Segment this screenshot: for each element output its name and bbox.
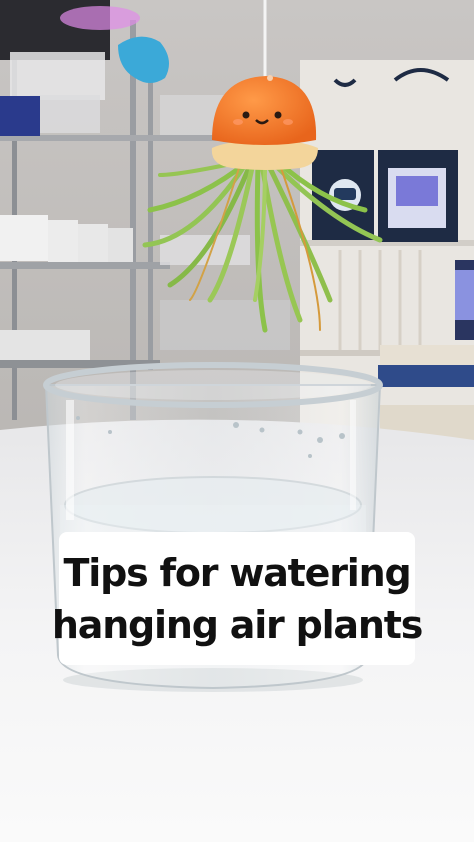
- pink-light: [60, 6, 140, 30]
- caption-line-1: Tips for watering: [63, 550, 412, 595]
- photo-scene: [0, 0, 474, 842]
- caption-line-2: hanging air plants: [51, 602, 423, 647]
- caption-box: Tips for watering hanging air plants: [52, 532, 423, 665]
- tote-bag-edge-blue: [455, 270, 474, 320]
